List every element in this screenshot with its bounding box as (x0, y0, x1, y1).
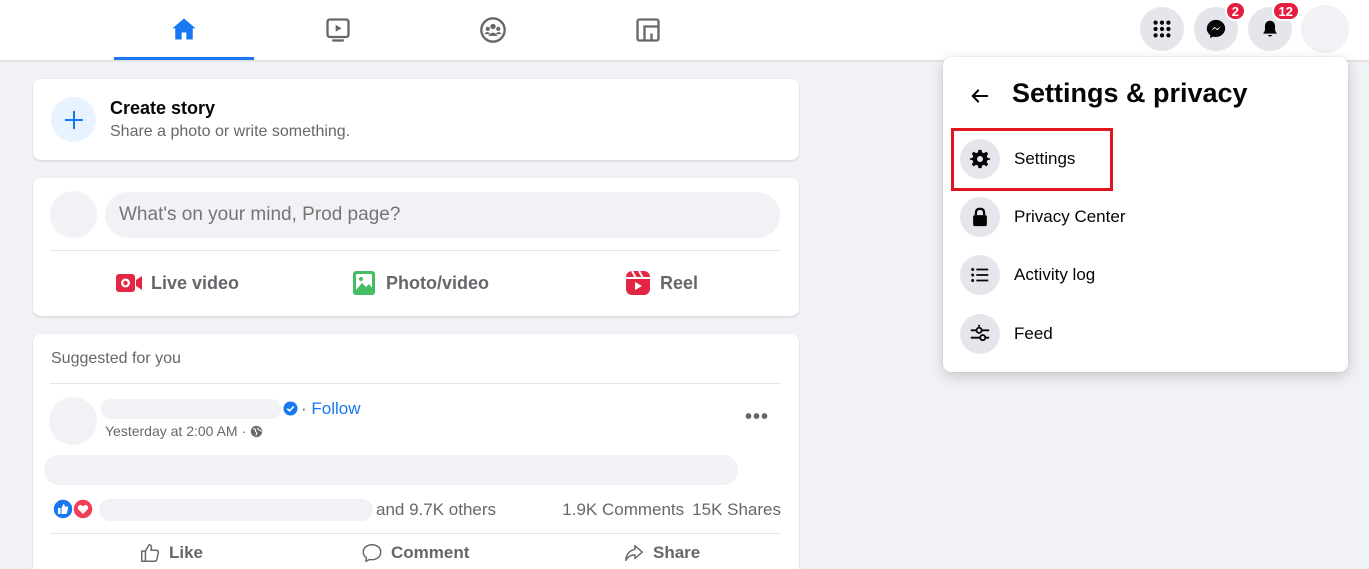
notifications-button[interactable]: 12 (1248, 1, 1300, 51)
post-author-name-placeholder[interactable] (101, 399, 281, 419)
suggested-post-card: Suggested for you · Follow Yesterday at … (33, 334, 799, 569)
shares-count[interactable]: 15K Shares (692, 500, 781, 520)
share-label: Share (653, 543, 701, 562)
menu-item-activity-log[interactable]: Activity log (955, 248, 1335, 302)
post-timestamp: Yesterday at 2:00 AM · (105, 423, 263, 439)
follow-link[interactable]: · Follow (301, 399, 361, 419)
like-reaction-icon (52, 498, 74, 520)
gear-icon (969, 149, 991, 169)
gaming-square-icon (636, 18, 660, 42)
lock-icon-wrap (960, 197, 1000, 237)
feed-divider (50, 383, 781, 384)
composer-divider (50, 250, 781, 251)
suggested-for-you-label: Suggested for you (51, 350, 181, 367)
settings-label: Settings (1014, 149, 1076, 168)
back-button[interactable] (963, 79, 997, 113)
menu-item-privacy-center[interactable]: Privacy Center (955, 190, 1335, 244)
engagement-counts: 1.9K Comments 15K Shares (562, 500, 781, 520)
love-reaction-icon (72, 498, 94, 520)
messenger-badge: 2 (1224, 1, 1246, 21)
comment-label: Comment (391, 543, 470, 562)
comment-button[interactable]: Comment (361, 542, 469, 564)
share-button[interactable]: Share (623, 542, 700, 564)
tab-watch[interactable] (268, 0, 408, 60)
reel-button[interactable]: Reel (624, 268, 698, 298)
account-avatar[interactable] (1301, 5, 1349, 53)
plus-icon (64, 110, 83, 129)
globe-icon (250, 425, 263, 437)
comments-count[interactable]: 1.9K Comments (562, 500, 684, 520)
tab-home[interactable] (114, 0, 254, 60)
actions-divider (50, 533, 781, 534)
photo-video-label: Photo/video (386, 272, 489, 293)
settings-privacy-menu: Settings & privacy Settings Privacy Cent… (943, 57, 1348, 372)
menu-button[interactable] (1140, 7, 1184, 51)
tab-gaming[interactable] (578, 0, 718, 60)
notifications-badge: 12 (1271, 1, 1300, 21)
verified-badge-icon (283, 401, 298, 416)
photo-video-button[interactable]: Photo/video (350, 268, 489, 298)
top-navigation-bar: 2 12 (0, 0, 1369, 60)
live-video-button[interactable]: Live video (115, 268, 239, 298)
grid-menu-icon (1153, 20, 1171, 38)
activity-log-label: Activity log (1014, 265, 1096, 284)
back-arrow-icon (971, 89, 989, 103)
share-arrow-icon (625, 544, 643, 562)
gear-icon-wrap (960, 139, 1000, 179)
sliders-icon (970, 324, 990, 342)
feed-label: Feed (1014, 324, 1053, 343)
home-icon (172, 18, 196, 39)
comment-icon (362, 544, 382, 563)
photo-icon (353, 271, 375, 295)
post-timestamp-text[interactable]: Yesterday at 2:00 AM · (105, 423, 246, 439)
lock-icon (973, 207, 987, 227)
post-composer-card: Live video Photo/video Reel (33, 178, 799, 316)
reel-icon (626, 270, 650, 295)
live-video-label: Live video (151, 272, 240, 293)
thumbs-up-icon (141, 544, 160, 562)
whats-on-your-mind-input[interactable] (105, 192, 780, 238)
composer-avatar[interactable] (50, 191, 97, 238)
post-more-options-button[interactable]: ••• (745, 406, 769, 429)
reel-label: Reel (660, 272, 699, 293)
like-button[interactable]: Like (139, 542, 203, 564)
create-story-subtitle: Share a photo or write something. (110, 123, 351, 140)
list-icon-wrap (960, 255, 1000, 295)
menu-item-settings[interactable]: Settings (955, 132, 1335, 186)
plus-icon-button[interactable] (51, 97, 96, 142)
list-icon (971, 268, 989, 282)
post-text-placeholder (44, 455, 738, 485)
privacy-center-label: Privacy Center (1014, 207, 1126, 226)
groups-icon (480, 17, 506, 43)
menu-item-feed[interactable]: Feed (955, 307, 1335, 361)
create-story-title: Create story (110, 98, 216, 118)
reactions-count[interactable]: and 9.7K others (376, 500, 496, 520)
messenger-icon (1206, 19, 1226, 39)
menu-title: Settings & privacy (1012, 78, 1248, 108)
like-label: Like (169, 543, 204, 562)
follow-separator: · (301, 399, 307, 418)
follow-label: Follow (311, 399, 361, 418)
live-video-icon (116, 274, 142, 292)
bell-icon (1263, 20, 1277, 37)
messenger-button[interactable]: 2 (1194, 1, 1246, 51)
create-story-card[interactable]: Create story Share a photo or write some… (33, 79, 799, 160)
video-play-icon (326, 18, 350, 42)
reaction-icons[interactable] (52, 498, 94, 520)
sliders-icon-wrap (960, 314, 1000, 354)
tab-groups[interactable] (423, 0, 563, 60)
reactors-name-placeholder[interactable] (99, 499, 373, 521)
post-author-avatar[interactable] (49, 397, 97, 445)
